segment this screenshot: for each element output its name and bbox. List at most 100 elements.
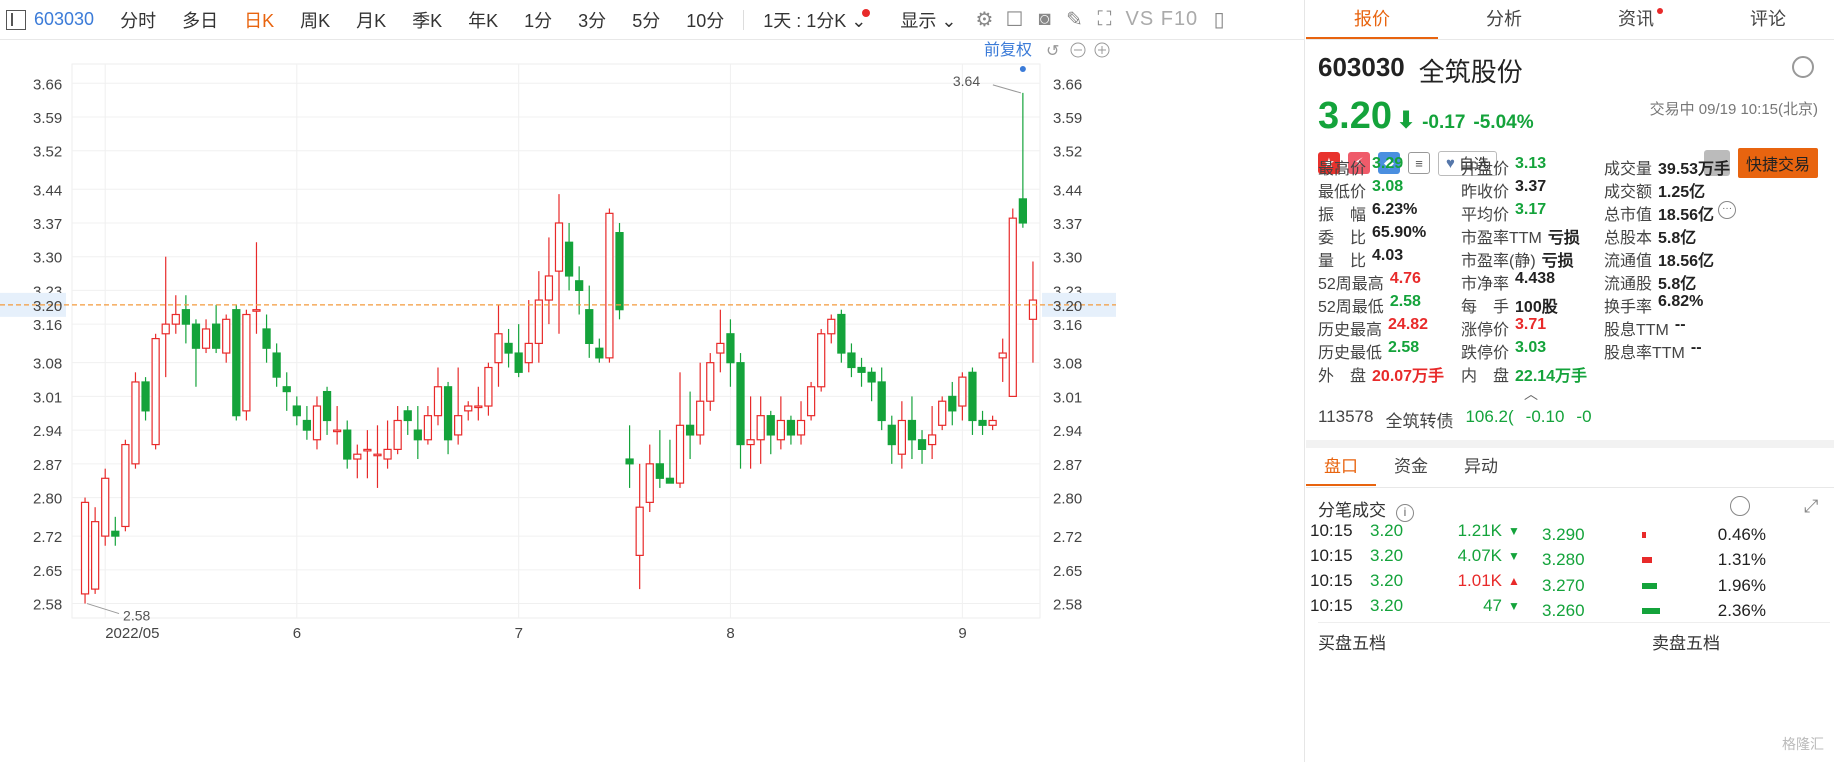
panel-toggle-icon[interactable]: ▯	[1204, 5, 1234, 35]
candle-body[interactable]	[615, 232, 624, 311]
candle-body[interactable]	[1018, 198, 1028, 224]
candle-body[interactable]	[685, 424, 695, 436]
candle-body[interactable]	[272, 352, 281, 378]
candle-body[interactable]	[786, 419, 796, 436]
candle-body[interactable]	[847, 352, 856, 369]
candle-body[interactable]	[877, 381, 886, 422]
candle-body[interactable]	[665, 477, 675, 484]
candle-body[interactable]	[413, 429, 422, 441]
display-menu[interactable]: 显示 ⌄	[887, 7, 969, 33]
candle-body[interactable]	[1008, 217, 1017, 398]
candle-body[interactable]	[706, 362, 715, 402]
period-tab-10[interactable]: 10分	[673, 7, 737, 33]
candle-body[interactable]	[393, 419, 402, 450]
candle-body[interactable]	[232, 309, 241, 417]
period-tab-7[interactable]: 1分	[511, 7, 565, 33]
candle-body[interactable]	[796, 419, 806, 436]
candle-body[interactable]	[554, 222, 564, 272]
candle-body[interactable]	[806, 386, 816, 417]
candle-body[interactable]	[171, 313, 180, 325]
candle-body[interactable]	[111, 530, 120, 537]
candle-body[interactable]	[988, 419, 997, 426]
candle-body[interactable]	[343, 429, 352, 460]
period-tab-6[interactable]: 年K	[455, 7, 511, 33]
candle-body[interactable]	[917, 439, 927, 450]
candle-body[interactable]	[141, 381, 150, 412]
candle-body[interactable]	[292, 405, 301, 417]
candle-body[interactable]	[655, 463, 664, 479]
candle-body[interactable]	[938, 400, 947, 426]
candle-body[interactable]	[907, 419, 917, 441]
candle-body[interactable]	[635, 506, 644, 556]
candle-body[interactable]	[968, 371, 977, 422]
candle-body[interactable]	[333, 429, 342, 433]
interval-select[interactable]: 1天 : 1分K ⌄	[750, 7, 887, 33]
candle-body[interactable]	[423, 415, 433, 441]
adjust-mode-button[interactable]: 前复权	[984, 41, 1032, 59]
period-tab-4[interactable]: 月K	[343, 7, 399, 33]
candle-body[interactable]	[353, 453, 362, 460]
candle-body[interactable]	[716, 342, 725, 354]
candle-body[interactable]	[383, 448, 392, 460]
candle-body[interactable]	[736, 362, 745, 446]
candle-body[interactable]	[433, 386, 443, 417]
candlestick-chart[interactable]: 3.66 3.66 3.59 3.59 3.52 3.52 3.44 3.44 3.37 3.37…	[0, 40, 1305, 762]
candle-body[interactable]	[373, 453, 382, 457]
period-tab-0[interactable]: 分时	[107, 7, 169, 33]
candle-body[interactable]	[101, 477, 110, 537]
candle-body[interactable]	[161, 323, 170, 335]
candle-body[interactable]	[1028, 299, 1038, 320]
candle-body[interactable]	[544, 275, 554, 301]
panel-tab-0[interactable]: 报价	[1306, 0, 1438, 39]
candle-body[interactable]	[998, 352, 1007, 359]
candle-body[interactable]	[443, 386, 453, 441]
sub-tab-0[interactable]: 盘口	[1306, 452, 1376, 486]
candle-body[interactable]	[696, 400, 705, 436]
candle-body[interactable]	[948, 395, 957, 412]
candle-body[interactable]	[867, 371, 876, 383]
candle-body[interactable]	[645, 463, 654, 503]
period-tab-5[interactable]: 季K	[399, 7, 455, 33]
candle-body[interactable]	[302, 419, 312, 431]
candle-body[interactable]	[837, 313, 846, 354]
candle-body[interactable]	[605, 212, 614, 359]
more-icon[interactable]	[1730, 496, 1750, 516]
candle-body[interactable]	[464, 405, 473, 412]
candle-body[interactable]	[282, 386, 291, 393]
candle-body[interactable]	[151, 337, 160, 446]
period-tab-2[interactable]: 日K	[231, 7, 287, 33]
candle-body[interactable]	[191, 323, 201, 349]
period-tab-3[interactable]: 周K	[287, 7, 343, 33]
candle-body[interactable]	[625, 458, 634, 465]
candle-body[interactable]	[494, 333, 503, 364]
candle-body[interactable]	[827, 318, 836, 335]
candle-body[interactable]	[575, 280, 584, 292]
panel-tab-1[interactable]: 分析	[1438, 0, 1570, 39]
candle-body[interactable]	[212, 323, 221, 349]
chevron-up-icon[interactable]: ︿	[1524, 384, 1538, 404]
candle-body[interactable]	[262, 328, 271, 349]
expand-icon[interactable]: ⤢	[1804, 496, 1826, 518]
candle-body[interactable]	[978, 419, 987, 426]
candle-body[interactable]	[766, 415, 775, 436]
candle-body[interactable]	[90, 521, 100, 590]
convertible-bond-row[interactable]: 113578 全筑转债 106.2( -0.10 -0	[1318, 407, 1592, 432]
more-icon[interactable]: ···	[1718, 200, 1737, 219]
panel-tab-3[interactable]: 评论	[1702, 0, 1834, 39]
candle-body[interactable]	[363, 448, 372, 452]
pencil-icon[interactable]: ✎	[1059, 5, 1089, 35]
candle-body[interactable]	[857, 366, 866, 373]
candle-body[interactable]	[817, 333, 826, 388]
candle-body[interactable]	[585, 309, 594, 345]
reset-icon[interactable]: ↺	[1046, 41, 1059, 60]
sub-tab-1[interactable]: 资金	[1376, 452, 1446, 487]
candle-body[interactable]	[534, 299, 543, 345]
candle-body[interactable]	[504, 342, 513, 354]
event-marker-icon[interactable]	[1019, 66, 1026, 72]
stock-code-link[interactable]: 603030	[30, 9, 107, 30]
sidebar-toggle-icon[interactable]	[6, 9, 26, 30]
candle-body[interactable]	[222, 318, 231, 354]
candle-body[interactable]	[80, 501, 90, 595]
candle-body[interactable]	[312, 405, 322, 441]
fullscreen-icon[interactable]: ⛶	[1089, 5, 1119, 35]
